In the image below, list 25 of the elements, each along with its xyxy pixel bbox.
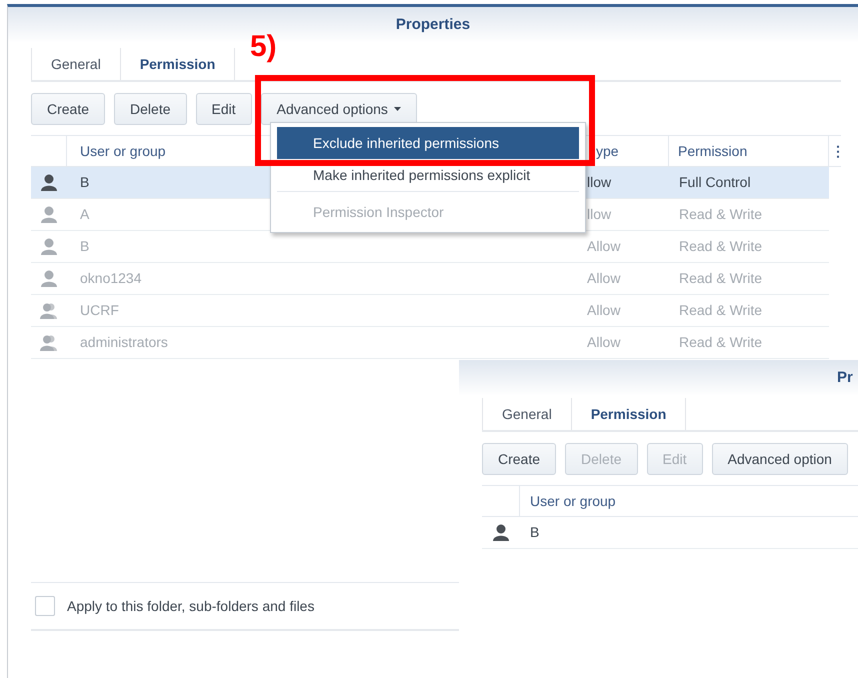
table-cell-text: Allow bbox=[586, 301, 622, 320]
table-cell-text: llow bbox=[586, 205, 612, 224]
table-cell-text: Read & Write bbox=[678, 333, 763, 352]
checkbox-label: Apply to this folder, sub-folders and files bbox=[67, 596, 314, 616]
table-cell-text: Read & Write bbox=[678, 301, 763, 320]
table-cell-text: Full Control bbox=[678, 173, 752, 192]
table-cell-text: Allow bbox=[586, 333, 622, 352]
column-header: User or group bbox=[529, 492, 616, 511]
table-cell-text: Allow bbox=[586, 269, 622, 288]
window-title: Properties bbox=[396, 14, 470, 35]
table-cell-text: llow bbox=[586, 173, 612, 192]
table-cell: B bbox=[80, 174, 90, 190]
step-label: 5) bbox=[250, 29, 277, 65]
table-cell-text: Allow bbox=[586, 237, 622, 256]
table-cell-text: Read & Write bbox=[678, 205, 763, 224]
table-cell: okno1234 bbox=[80, 270, 142, 286]
table-cell-text: Read & Write bbox=[678, 269, 763, 288]
window-title: Pr bbox=[837, 368, 853, 388]
table-cell-text: B bbox=[529, 523, 540, 542]
table-cell: administrators bbox=[80, 334, 168, 350]
table-cell: B bbox=[80, 238, 90, 254]
table-cell: UCRF bbox=[80, 302, 119, 318]
table-cell: A bbox=[80, 206, 90, 222]
table-cell-text: Read & Write bbox=[678, 237, 763, 256]
column-header: Permission bbox=[669, 136, 829, 166]
